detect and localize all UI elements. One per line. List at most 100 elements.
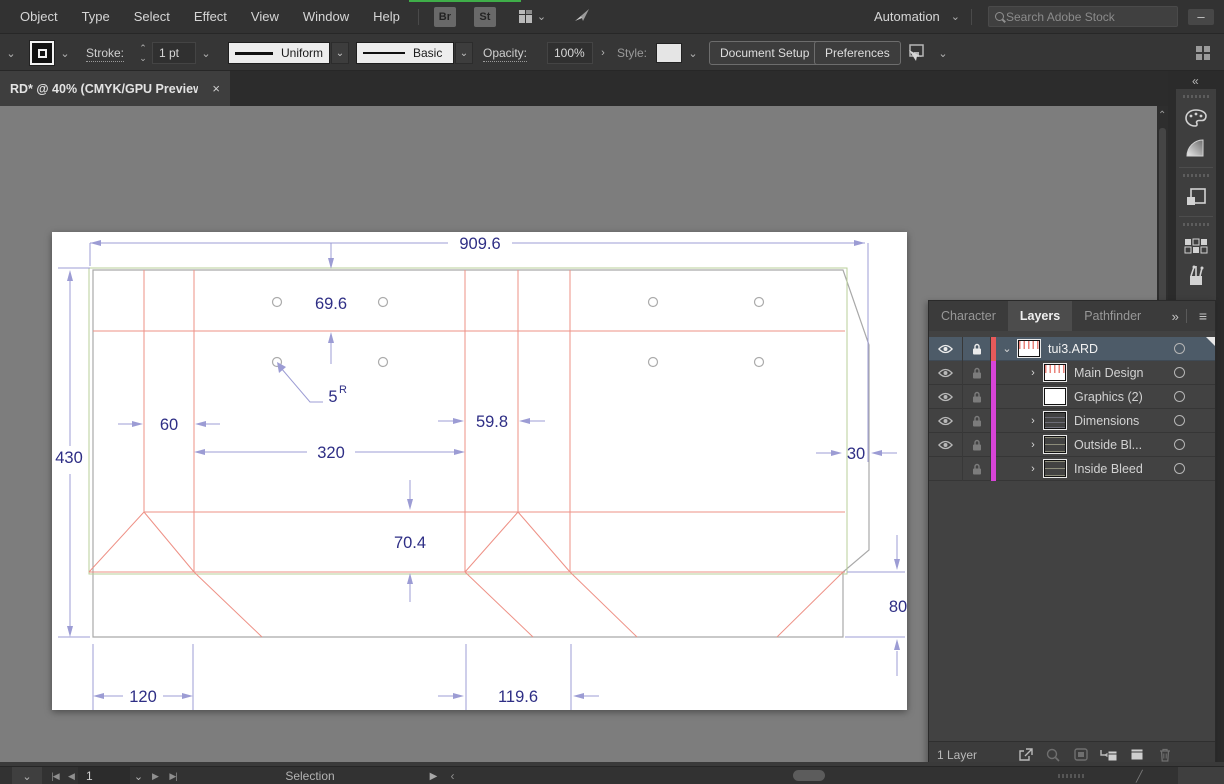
status-back-icon[interactable]: ‹ xyxy=(446,767,458,784)
close-tab-icon[interactable]: × xyxy=(212,81,220,96)
layer-thumbnail[interactable] xyxy=(1044,364,1066,381)
tab-pathfinder[interactable]: Pathfinder xyxy=(1072,301,1153,331)
collapse-panels-icon[interactable]: « xyxy=(1192,74,1198,88)
stroke-label[interactable]: Stroke: xyxy=(86,46,124,62)
tab-character[interactable]: Character xyxy=(929,301,1008,331)
target-circle[interactable] xyxy=(1174,463,1185,474)
swatches-panel-icon[interactable] xyxy=(1176,231,1216,261)
layer-thumbnail[interactable] xyxy=(1044,412,1066,429)
scroll-up-icon[interactable]: ⌃ xyxy=(1158,110,1166,121)
menu-select[interactable]: Select xyxy=(122,9,182,24)
search-input[interactable] xyxy=(1006,10,1156,24)
layer-name[interactable]: Outside Bl... xyxy=(1074,438,1142,452)
opacity-field[interactable]: 100% xyxy=(547,42,593,64)
color-panel-icon[interactable] xyxy=(1176,103,1216,133)
target-circle[interactable] xyxy=(1174,343,1185,354)
width-profile-chevron-icon[interactable]: ⌄ xyxy=(331,42,349,64)
gradient-panel-icon[interactable] xyxy=(1176,133,1216,163)
last-artboard-icon[interactable]: ▶| xyxy=(164,767,182,784)
brushes-panel-icon[interactable] xyxy=(1176,261,1216,291)
layer-name[interactable]: Dimensions xyxy=(1074,414,1139,428)
layer-row-outside-bleed[interactable]: › Outside Bl... xyxy=(929,433,1215,457)
stock-button[interactable]: St xyxy=(474,7,496,27)
target-circle[interactable] xyxy=(1174,391,1185,402)
panel-menu-icon[interactable]: ≡ xyxy=(1191,308,1215,324)
expand-chevron-icon[interactable]: › xyxy=(1022,439,1044,451)
stepper-up-icon[interactable]: ⌃ xyxy=(139,43,147,53)
artboard[interactable]: 909.6 430 69.6 5 R 60 320 59.8 30 70.4 8… xyxy=(52,232,907,710)
layer-row-main-design[interactable]: › Main Design xyxy=(929,361,1215,385)
stroke-weight-chevron-icon[interactable]: ⌄ xyxy=(197,42,215,64)
resize-grip-icon[interactable]: ╱ xyxy=(1136,767,1143,784)
clipping-mask-icon[interactable] xyxy=(1067,748,1095,761)
lock-toggle[interactable] xyxy=(963,433,991,457)
status-tool-mode[interactable]: Selection xyxy=(250,767,370,784)
control-bar-grid-icon[interactable] xyxy=(1196,46,1210,60)
new-layer-icon[interactable] xyxy=(1123,748,1151,761)
layer-name[interactable]: Main Design xyxy=(1074,366,1143,380)
artboard-dropdown-icon[interactable]: ⌄ xyxy=(130,767,146,784)
expand-chevron-icon[interactable]: › xyxy=(1022,463,1044,475)
horizontal-scroll-handle[interactable] xyxy=(793,770,825,781)
automation-chevron-icon[interactable]: ⌄ xyxy=(946,10,965,23)
menu-help[interactable]: Help xyxy=(361,9,412,24)
delete-layer-icon[interactable] xyxy=(1151,748,1179,762)
collect-for-export-icon[interactable] xyxy=(1011,748,1039,762)
layer-row-tui3[interactable]: ⌄ tui3.ARD xyxy=(929,337,1215,361)
workspace-chevron-icon[interactable]: ⌄ xyxy=(532,10,551,23)
previous-artboard-icon[interactable]: ◀ xyxy=(64,767,78,784)
next-artboard-icon[interactable]: ▶ xyxy=(148,767,162,784)
transparency-panel-icon[interactable] xyxy=(1176,182,1216,212)
preferences-button[interactable]: Preferences xyxy=(814,41,901,65)
panel-expand-icon[interactable]: » xyxy=(1168,309,1182,324)
zoom-level-dropdown[interactable]: ⌄ xyxy=(12,767,42,784)
expand-chevron-icon[interactable]: › xyxy=(1022,367,1044,379)
visibility-toggle[interactable] xyxy=(929,385,963,409)
visibility-toggle[interactable] xyxy=(929,409,963,433)
layer-name[interactable]: tui3.ARD xyxy=(1048,342,1098,356)
expand-chevron-icon[interactable]: › xyxy=(1022,415,1044,427)
layer-row-graphics[interactable]: Graphics (2) xyxy=(929,385,1215,409)
menu-window[interactable]: Window xyxy=(291,9,361,24)
width-profile-combo[interactable]: Uniform xyxy=(228,42,330,64)
visibility-toggle[interactable] xyxy=(929,433,963,457)
layer-name[interactable]: Graphics (2) xyxy=(1074,390,1143,404)
visibility-toggle[interactable] xyxy=(929,361,963,385)
brush-combo[interactable]: Basic xyxy=(356,42,454,64)
menu-view[interactable]: View xyxy=(239,9,291,24)
share-icon[interactable] xyxy=(573,7,591,26)
fill-stroke-swatch[interactable] xyxy=(30,41,54,65)
bridge-button[interactable]: Br xyxy=(434,7,456,27)
layer-row-inside-bleed[interactable]: › Inside Bleed xyxy=(929,457,1215,481)
opacity-expand-icon[interactable]: › xyxy=(594,42,612,64)
lock-toggle[interactable] xyxy=(963,337,991,361)
layer-row-dimensions[interactable]: › Dimensions xyxy=(929,409,1215,433)
lock-toggle[interactable] xyxy=(963,361,991,385)
brush-chevron-icon[interactable]: ⌄ xyxy=(455,42,473,64)
layer-thumbnail[interactable] xyxy=(1044,388,1066,405)
target-circle[interactable] xyxy=(1174,367,1185,378)
menu-effect[interactable]: Effect xyxy=(182,9,239,24)
style-chevron-icon[interactable]: ⌄ xyxy=(684,42,702,64)
isolate-chevron-icon[interactable]: ⌄ xyxy=(934,42,952,64)
expand-chevron-icon[interactable]: ⌄ xyxy=(996,342,1018,355)
artboard-number-field[interactable]: 1 xyxy=(78,767,130,784)
tab-layers[interactable]: Layers xyxy=(1008,301,1072,331)
menu-object[interactable]: Object xyxy=(8,9,70,24)
swatch-chevron-icon[interactable]: ⌄ xyxy=(56,42,74,64)
isolate-selection-icon[interactable] xyxy=(906,44,928,62)
document-setup-button[interactable]: Document Setup xyxy=(709,41,820,65)
new-sublayer-icon[interactable] xyxy=(1095,748,1123,762)
visibility-toggle[interactable] xyxy=(929,457,963,481)
stroke-weight-field[interactable]: 1 pt xyxy=(152,42,196,64)
status-play-icon[interactable]: ▶ xyxy=(426,767,440,784)
menu-type[interactable]: Type xyxy=(70,9,122,24)
lock-toggle[interactable] xyxy=(963,457,991,481)
layer-thumbnail[interactable] xyxy=(1044,460,1066,477)
stepper-down-icon[interactable]: ⌄ xyxy=(139,53,147,63)
stroke-stepper[interactable]: ⌃ ⌄ xyxy=(136,43,150,63)
target-circle[interactable] xyxy=(1174,415,1185,426)
first-artboard-icon[interactable]: |◀ xyxy=(46,767,64,784)
lock-toggle[interactable] xyxy=(963,409,991,433)
layer-thumbnail[interactable] xyxy=(1018,340,1040,357)
